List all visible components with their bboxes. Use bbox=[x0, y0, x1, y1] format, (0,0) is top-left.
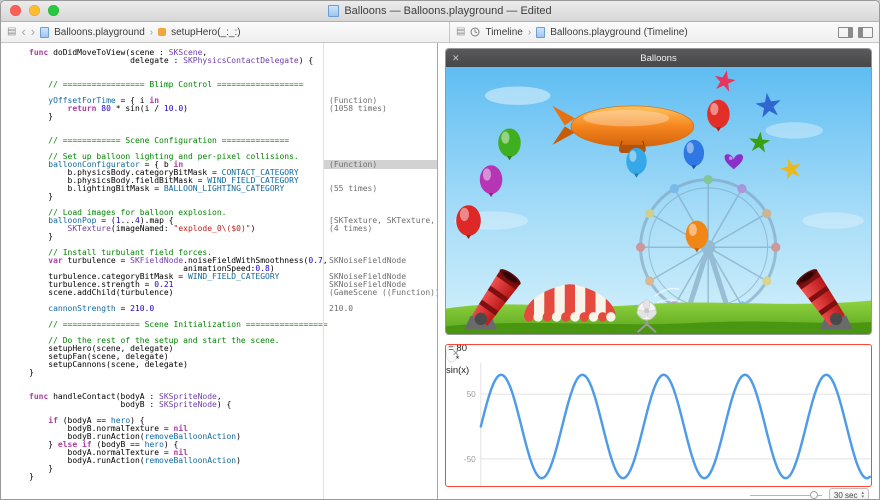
code-line[interactable]: } bbox=[29, 473, 437, 481]
duration-value: 30 sec bbox=[834, 491, 858, 500]
back-button[interactable]: ‹ bbox=[21, 27, 25, 37]
result-annotation[interactable]: (1058 times) bbox=[324, 104, 437, 113]
timeline-controls: 30 sec ▴▾ bbox=[445, 487, 872, 499]
editor-jump-bar: ▤ ‹ › Balloons.playground › setupHero(_:… bbox=[1, 22, 450, 42]
clock-icon bbox=[470, 27, 480, 37]
zoom-window-button[interactable] bbox=[48, 5, 59, 16]
code-line[interactable]: } bbox=[29, 113, 437, 121]
breadcrumb-playground-timeline[interactable]: Balloons.playground (Timeline) bbox=[550, 27, 687, 38]
graph-plot: 50 -50 bbox=[446, 363, 871, 487]
breadcrumb-file[interactable]: Balloons.playground bbox=[54, 27, 145, 38]
result-annotation[interactable]: SKNoiseFieldNode bbox=[324, 256, 437, 265]
code-line[interactable]: } bbox=[29, 193, 437, 201]
code-line[interactable]: // ================= Blimp Control =====… bbox=[29, 81, 437, 89]
stepper-arrows-icon[interactable]: ▴▾ bbox=[861, 491, 864, 499]
xcode-window: Balloons — Balloons.playground — Edited … bbox=[0, 0, 880, 500]
breadcrumb-symbol[interactable]: setupHero(_:_:) bbox=[171, 27, 240, 38]
breadcrumb-timeline[interactable]: Timeline bbox=[485, 27, 522, 38]
minimize-window-button[interactable] bbox=[29, 5, 40, 16]
document-proxy-icon[interactable] bbox=[328, 5, 339, 17]
close-icon[interactable]: ✕ bbox=[452, 53, 460, 64]
graph-header: ✕ let y = 80 * sin(x) bbox=[446, 345, 457, 363]
code-line[interactable] bbox=[29, 377, 437, 385]
close-icon[interactable]: ✕ bbox=[452, 348, 460, 359]
code-line[interactable]: bodyB : SKSpriteNode) { bbox=[29, 401, 437, 409]
result-annotation[interactable]: 210.0 bbox=[324, 304, 437, 313]
code-line[interactable]: // ================ Scene Initialization… bbox=[29, 321, 437, 329]
forward-button[interactable]: › bbox=[31, 27, 35, 37]
playground-file-icon bbox=[536, 27, 545, 38]
result-annotation[interactable]: (Function) bbox=[324, 160, 437, 169]
code-line[interactable]: setupCannons(scene, delegate) bbox=[29, 361, 437, 369]
result-annotation[interactable]: (4 times) bbox=[324, 224, 437, 233]
window-title: Balloons — Balloons.playground — Edited bbox=[1, 5, 879, 17]
breadcrumb-separator: › bbox=[150, 27, 153, 38]
titlebar: Balloons — Balloons.playground — Edited bbox=[1, 1, 879, 22]
code-line[interactable]: } bbox=[29, 465, 437, 473]
slider-thumb[interactable] bbox=[810, 491, 818, 499]
breadcrumb-separator: › bbox=[528, 27, 531, 38]
scene-title: Balloons bbox=[446, 53, 871, 64]
playground-file-icon bbox=[40, 27, 49, 38]
y-tick-label: 50 bbox=[467, 390, 477, 399]
code-line[interactable]: } bbox=[29, 233, 437, 241]
source-editor[interactable]: func doDidMoveToView(scene : SKScene, de… bbox=[1, 43, 438, 499]
code-line[interactable] bbox=[29, 121, 437, 129]
assistant-pane-icon[interactable] bbox=[838, 27, 853, 38]
code-line[interactable] bbox=[29, 65, 437, 73]
jump-bars: ▤ ‹ › Balloons.playground › setupHero(_:… bbox=[1, 22, 879, 43]
balloons-scene bbox=[446, 67, 871, 335]
code-line[interactable]: } bbox=[29, 369, 437, 377]
code-line[interactable]: delegate : SKPhysicsContactDelegate) { bbox=[29, 57, 437, 65]
assistant-jump-bar: ▤ Timeline › Balloons.playground (Timeli… bbox=[450, 22, 879, 42]
related-items-icon[interactable]: ▤ bbox=[7, 27, 16, 37]
code-line[interactable]: // ============ Scene Configuration ====… bbox=[29, 137, 437, 145]
timeline-pane: ✕ Balloons bbox=[438, 43, 879, 499]
y-tick-label: -50 bbox=[464, 455, 476, 464]
timeline-slider[interactable] bbox=[750, 495, 822, 496]
code-line[interactable]: bodyA.runAction(removeBalloonAction) bbox=[29, 457, 437, 465]
code-area[interactable]: func doDidMoveToView(scene : SKScene, de… bbox=[29, 49, 437, 481]
result-annotation[interactable]: (55 times) bbox=[324, 184, 437, 193]
related-items-icon[interactable]: ▤ bbox=[456, 27, 465, 37]
close-window-button[interactable] bbox=[10, 5, 21, 16]
function-icon bbox=[158, 28, 166, 36]
sine-curve bbox=[481, 375, 870, 478]
close-assistant-icon[interactable] bbox=[858, 27, 873, 38]
duration-stepper[interactable]: 30 sec ▴▾ bbox=[829, 488, 869, 500]
graph-view-card: ✕ let y = 80 * sin(x) 50 -50 bbox=[445, 344, 872, 487]
result-annotation[interactable]: (GameScene ((Function)) ((F… bbox=[324, 288, 437, 297]
scene-view-card: ✕ Balloons bbox=[445, 48, 872, 335]
scene-header: ✕ Balloons bbox=[446, 49, 871, 67]
